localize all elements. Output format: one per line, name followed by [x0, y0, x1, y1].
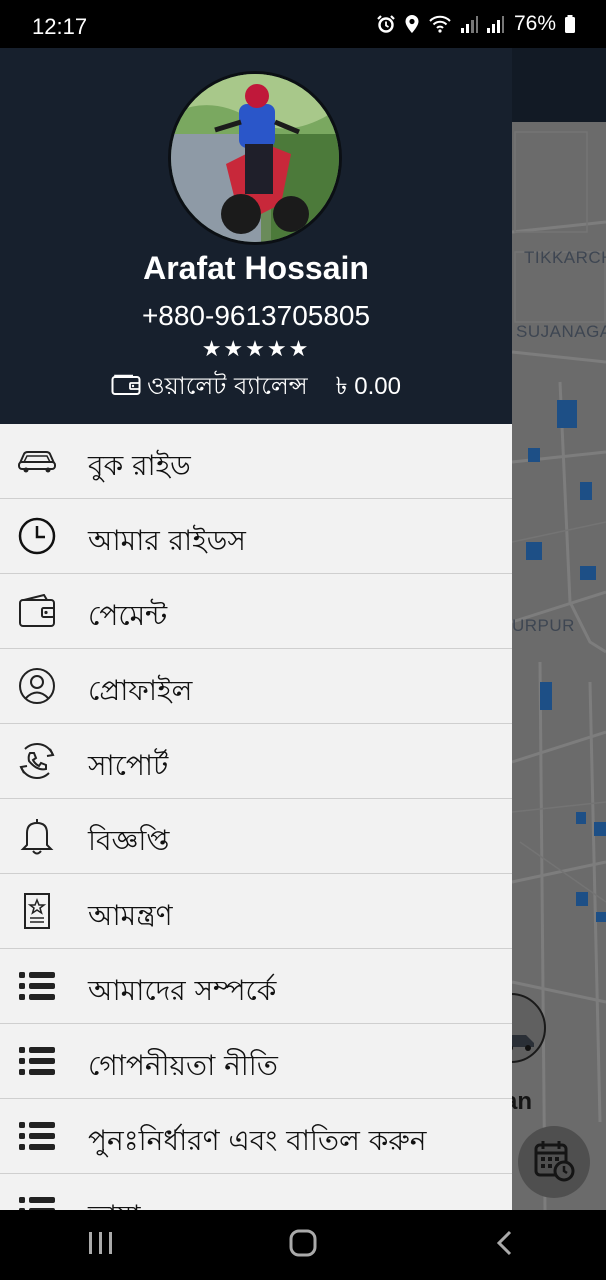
home-icon: [288, 1228, 318, 1262]
menu-item-invitation[interactable]: আমন্ত্রণ: [0, 874, 512, 949]
menu-item-profile[interactable]: প্রোফাইল: [0, 649, 512, 724]
avatar-photo: [171, 74, 339, 242]
battery-percentage: 76%: [513, 12, 556, 35]
menu-item-label: আমাদের সম্পর্কে: [88, 974, 277, 1007]
map-label: URPUR: [512, 616, 575, 635]
menu-item-label: সাপোর্ট: [88, 749, 169, 782]
menu-item-support[interactable]: সাপোর্ট: [0, 724, 512, 799]
signal-icon: [486, 14, 504, 34]
drawer-menu: বুক রাইড আমার রাইডস পেমেন্ট প্রোফাইল সাপ…: [0, 424, 512, 1210]
status-bar: 12:17 76%: [0, 0, 606, 48]
menu-item-label: বুক রাইড: [88, 449, 191, 482]
user-phone: +880-9613705805: [141, 300, 371, 331]
menu-item-privacy-policy[interactable]: গোপনীয়তা নীতি: [0, 1024, 512, 1099]
menu-item-label: আমার রাইডস: [88, 524, 246, 557]
menu-item-label: পুনঃনির্ধারণ এবং বাতিল করুন: [88, 1124, 427, 1157]
location-icon: [404, 14, 420, 34]
signal-icon: [460, 14, 478, 34]
wallet-balance[interactable]: ওয়ালেট ব্যালেন্স ৳ 0.00: [0, 368, 512, 408]
alarm-icon: [376, 14, 396, 34]
calendar-clock-icon: [532, 1138, 576, 1186]
menu-item-label: বিজ্ঞপ্তি: [88, 824, 170, 857]
home-button[interactable]: [253, 1215, 353, 1275]
wallet-icon: [111, 374, 141, 402]
user-name: Arafat Hossain: [143, 250, 369, 286]
battery-icon: [564, 14, 576, 34]
back-icon: [495, 1229, 515, 1261]
status-icons: 76%: [376, 12, 576, 36]
list-icon: [16, 1191, 58, 1210]
car-icon: [16, 441, 58, 481]
wallet-label: ওয়ালেট ব্যালেন্স: [146, 372, 308, 400]
wifi-icon: [428, 14, 452, 34]
avatar[interactable]: [168, 71, 342, 245]
list-icon: [16, 1041, 58, 1081]
invitation-icon: [16, 891, 58, 931]
wallet-icon: [16, 591, 58, 631]
menu-item-label: গোপনীয়তা নীতি: [88, 1049, 278, 1082]
rating-stars: ★★★★★: [201, 337, 311, 362]
menu-item-book-ride[interactable]: বুক রাইড: [0, 424, 512, 499]
list-icon: [16, 966, 58, 1006]
wallet-amount: ৳ 0.00: [335, 373, 402, 400]
menu-item-label: ভাষা: [88, 1194, 141, 1210]
menu-item-label: আমন্ত্রণ: [88, 899, 173, 932]
menu-item-my-rides[interactable]: আমার রাইডস: [0, 499, 512, 574]
schedule-button[interactable]: [518, 1126, 590, 1198]
back-button[interactable]: [455, 1215, 555, 1275]
system-nav-bar: [0, 1210, 606, 1280]
menu-item-label: পেমেন্ট: [88, 599, 168, 632]
menu-item-reschedule-cancel[interactable]: পুনঃনির্ধারণ এবং বাতিল করুন: [0, 1099, 512, 1174]
clock-icon: [16, 516, 58, 556]
menu-item-label: প্রোফাইল: [88, 674, 193, 707]
menu-item-notifications[interactable]: বিজ্ঞপ্তি: [0, 799, 512, 874]
list-icon: [16, 1116, 58, 1156]
menu-item-language[interactable]: ভাষা: [0, 1174, 512, 1210]
recent-apps-icon: [87, 1230, 115, 1260]
bell-icon: [16, 816, 58, 856]
drawer-header: Arafat Hossain +880-9613705805 ★★★★★ ওয়…: [0, 48, 512, 424]
support-phone-icon: [16, 741, 58, 781]
navigation-drawer: Arafat Hossain +880-9613705805 ★★★★★ ওয়…: [0, 48, 512, 1210]
menu-item-payment[interactable]: পেমেন্ট: [0, 574, 512, 649]
user-icon: [16, 666, 58, 706]
recent-apps-button[interactable]: [51, 1215, 151, 1275]
map-label: TIKKARCH: [524, 248, 606, 267]
map-label: SUJANAGA: [516, 322, 606, 341]
status-time: 12:17: [32, 14, 88, 39]
menu-item-about-us[interactable]: আমাদের সম্পর্কে: [0, 949, 512, 1024]
